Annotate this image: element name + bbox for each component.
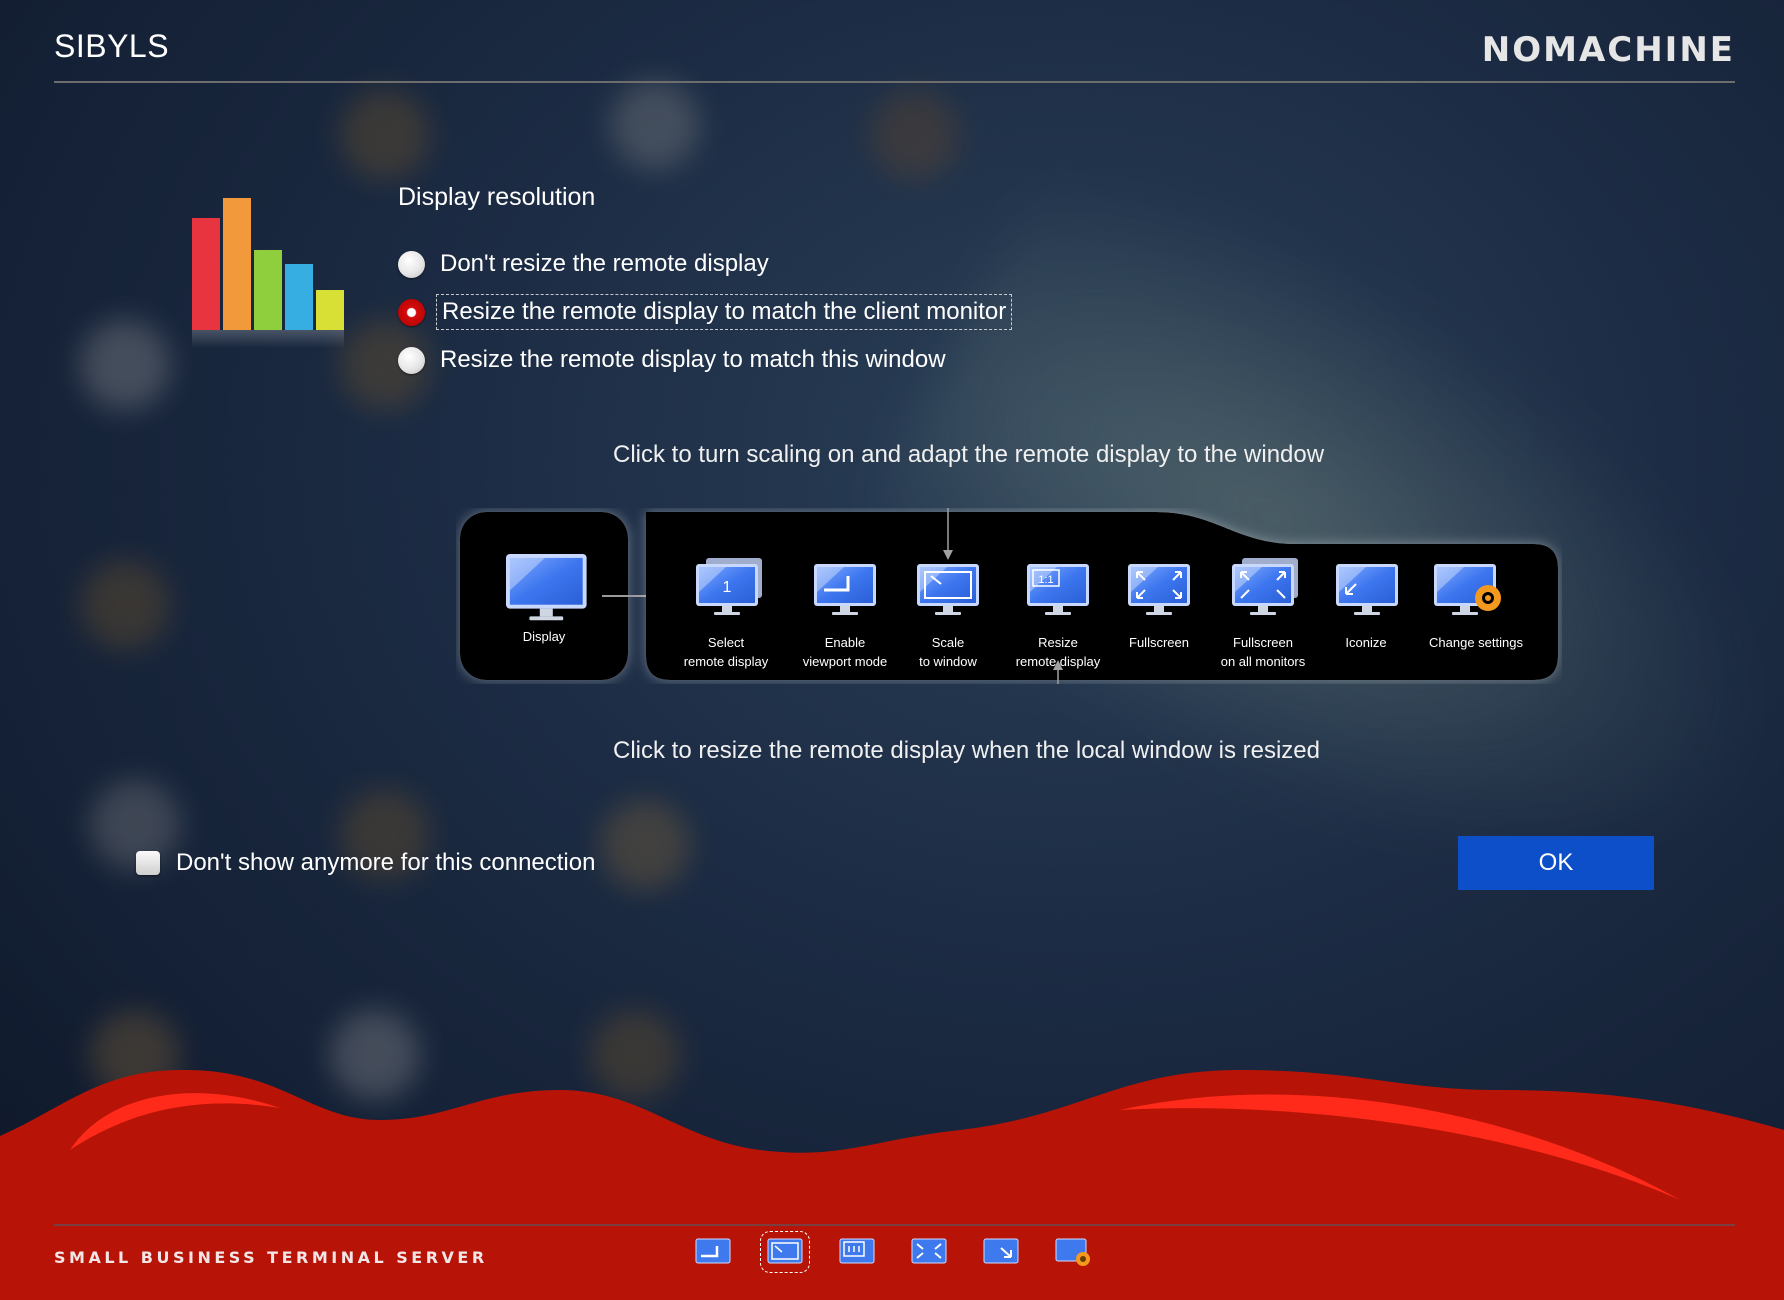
- fullscreen-icon[interactable]: [911, 1238, 947, 1266]
- item-label-line1: Fullscreen: [1129, 635, 1189, 650]
- item-label-line1: Resize: [1038, 635, 1078, 650]
- dont-show-again-option[interactable]: Don't show anymore for this connection: [136, 849, 595, 877]
- item-label-line1: Select: [708, 635, 745, 650]
- option-label: Don't resize the remote display: [440, 250, 769, 277]
- item-label-line1: Iconize: [1345, 635, 1386, 650]
- header-divider: [54, 81, 1735, 83]
- viewport-mode-icon[interactable]: [695, 1238, 731, 1266]
- option-no-resize[interactable]: Don't resize the remote display: [398, 250, 769, 278]
- hint-bottom: Click to resize the remote display when …: [613, 737, 1320, 764]
- item-label-line2: viewport mode: [803, 654, 888, 669]
- scale-to-window-icon[interactable]: [760, 1231, 810, 1273]
- footer-toolbar: [695, 1231, 1091, 1273]
- display-label: Display: [523, 629, 566, 644]
- option-match-client-monitor[interactable]: Resize the remote display to match the c…: [398, 294, 1013, 330]
- section-title: Display resolution: [398, 183, 596, 211]
- item-label-line2: on all monitors: [1221, 654, 1306, 669]
- footer-product-name: SMALL BUSINESS TERMINAL SERVER: [54, 1248, 488, 1267]
- radio-button[interactable]: [398, 250, 425, 278]
- item-label-line1: Enable: [825, 635, 865, 650]
- svg-text:1: 1: [723, 579, 732, 596]
- item-label-line1: Fullscreen: [1233, 635, 1293, 650]
- item-label-line1: Change settings: [1429, 635, 1523, 650]
- item-label-line2: remote display: [684, 654, 769, 669]
- resolution-chart-icon: [192, 198, 344, 348]
- iconize-icon[interactable]: [983, 1238, 1019, 1266]
- radio-button[interactable]: [398, 346, 425, 374]
- toolbar-box: [646, 512, 1558, 680]
- footer-divider: [54, 1224, 1735, 1226]
- resize-remote-display-icon[interactable]: [839, 1238, 875, 1266]
- item-label-line1: Scale: [932, 635, 965, 650]
- option-match-window[interactable]: Resize the remote display to match this …: [398, 346, 946, 374]
- radio-button-selected[interactable]: [398, 298, 425, 326]
- nomachine-logo: NOMACHINE: [1481, 30, 1735, 70]
- option-label: Resize the remote display to match the c…: [435, 294, 1013, 330]
- dont-show-again-checkbox[interactable]: [136, 851, 160, 875]
- change-settings-icon[interactable]: [1055, 1238, 1091, 1266]
- toolbar-diagram: Display 1 Select remote display Enable v…: [460, 508, 1558, 684]
- hint-top: Click to turn scaling on and adapt the r…: [613, 441, 1325, 468]
- option-label: Resize the remote display to match this …: [440, 346, 946, 373]
- item-label-line2: to window: [919, 654, 977, 669]
- app-title: SIBYLS: [54, 28, 170, 64]
- checkbox-label: Don't show anymore for this connection: [176, 849, 596, 876]
- ok-button[interactable]: OK: [1458, 836, 1654, 890]
- svg-text:1:1: 1:1: [1038, 574, 1053, 586]
